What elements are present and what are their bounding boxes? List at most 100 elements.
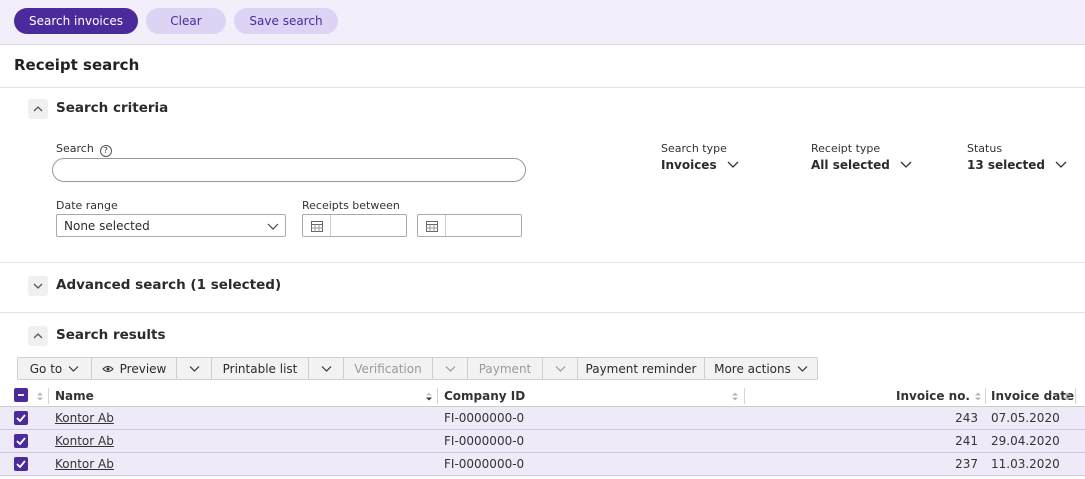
chevron-down-icon: [267, 223, 279, 230]
receipts-between-label: Receipts between: [302, 199, 400, 212]
search-results-heading: Search results: [56, 327, 166, 343]
chevron-down-icon: [321, 365, 331, 372]
row-checkbox[interactable]: [14, 434, 28, 448]
sort-icon[interactable]: [37, 392, 43, 401]
help-icon[interactable]: ?: [99, 144, 112, 157]
table-row[interactable]: Kontor Ab FI-0000000-0 237 11.03.2020: [0, 453, 1085, 476]
calendar-icon: [425, 220, 438, 232]
receipts-from-date[interactable]: [302, 214, 407, 237]
divider: [0, 312, 1085, 313]
search-label-text: Search: [56, 142, 94, 155]
receipts-to-input[interactable]: [447, 215, 519, 236]
receipts-from-input[interactable]: [332, 215, 404, 236]
row-name-link[interactable]: Kontor Ab: [55, 457, 114, 471]
preview-label: Preview: [119, 361, 167, 376]
printable-list-button[interactable]: Printable list: [212, 358, 309, 379]
divider: [0, 262, 1085, 263]
row-name-link[interactable]: Kontor Ab: [55, 434, 114, 448]
calendar-button[interactable]: [418, 215, 446, 236]
column-header-name[interactable]: Name: [55, 389, 94, 403]
search-type-value: Invoices: [661, 158, 717, 172]
row-company-id: FI-0000000-0: [444, 457, 525, 471]
status-dropdown[interactable]: 13 selected: [967, 158, 1067, 172]
row-invoice-date: 11.03.2020: [991, 457, 1060, 471]
chevron-down-icon: [33, 283, 43, 289]
column-header-invoice-no[interactable]: Invoice no.: [880, 389, 970, 403]
search-label: Search?: [56, 142, 112, 157]
divider: [0, 87, 1085, 88]
row-invoice-no: 241: [955, 434, 978, 448]
more-actions-button[interactable]: More actions: [705, 358, 817, 379]
table-row[interactable]: Kontor Ab FI-0000000-0 241 29.04.2020: [0, 430, 1085, 453]
sort-icon[interactable]: [1064, 392, 1070, 401]
printable-list-menu-button[interactable]: [309, 358, 344, 379]
row-invoice-date: 29.04.2020: [991, 434, 1060, 448]
table-row[interactable]: Kontor Ab FI-0000000-0 243 07.05.2020: [0, 407, 1085, 430]
date-range-label: Date range: [56, 199, 118, 212]
payment-button[interactable]: Payment: [468, 358, 543, 379]
column-header-company-id[interactable]: Company ID: [444, 389, 525, 403]
row-company-id: FI-0000000-0: [444, 411, 525, 425]
advanced-search-heading[interactable]: Advanced search (1 selected): [56, 277, 281, 293]
go-to-button[interactable]: Go to: [18, 358, 92, 379]
chevron-down-icon: [727, 161, 739, 168]
row-checkbox[interactable]: [14, 457, 28, 471]
row-name-link[interactable]: Kontor Ab: [55, 411, 114, 425]
status-value: 13 selected: [967, 158, 1045, 172]
payment-menu-button[interactable]: [543, 358, 578, 379]
column-header-invoice-date[interactable]: Invoice date: [991, 389, 1074, 403]
select-all-checkbox[interactable]: [14, 388, 28, 402]
row-invoice-no: 243: [955, 411, 978, 425]
receipt-type-dropdown[interactable]: All selected: [811, 158, 912, 172]
action-bar: Search invoices Clear Save search: [0, 0, 1085, 45]
search-criteria-heading: Search criteria: [56, 100, 169, 116]
column-separator: [437, 388, 438, 404]
search-input[interactable]: [52, 158, 526, 182]
more-actions-label: More actions: [714, 361, 791, 376]
chevron-up-icon: [33, 106, 43, 112]
chevron-down-icon: [445, 365, 455, 372]
eye-icon: [101, 365, 114, 372]
column-separator: [985, 388, 986, 404]
collapse-results-toggle[interactable]: [28, 326, 48, 346]
row-company-id: FI-0000000-0: [444, 434, 525, 448]
collapse-criteria-toggle[interactable]: [28, 99, 48, 119]
column-separator: [1075, 388, 1076, 404]
calendar-button[interactable]: [303, 215, 331, 236]
search-invoices-button[interactable]: Search invoices: [14, 8, 138, 34]
preview-menu-button[interactable]: [177, 358, 212, 379]
search-type-label: Search type: [661, 142, 727, 155]
sort-icon[interactable]: [426, 392, 432, 401]
calendar-icon: [310, 220, 323, 232]
row-checkbox[interactable]: [14, 411, 28, 425]
page-title: Receipt search: [14, 56, 140, 74]
expand-advanced-toggle[interactable]: [28, 276, 48, 296]
go-to-label: Go to: [29, 361, 63, 376]
sort-icon[interactable]: [732, 392, 738, 401]
verification-menu-button[interactable]: [433, 358, 468, 379]
date-range-select[interactable]: None selected: [56, 214, 286, 237]
clear-button[interactable]: Clear: [146, 8, 226, 34]
preview-button[interactable]: Preview: [92, 358, 177, 379]
row-invoice-date: 07.05.2020: [991, 411, 1060, 425]
chevron-down-icon: [189, 365, 199, 372]
chevron-down-icon: [900, 161, 912, 168]
save-search-button[interactable]: Save search: [234, 8, 338, 34]
receipts-to-date[interactable]: [417, 214, 522, 237]
sort-icon[interactable]: [975, 392, 981, 401]
search-type-dropdown[interactable]: Invoices: [661, 158, 739, 172]
checkbox-checked-icon: [16, 437, 26, 445]
checkbox-indeterminate-icon: [18, 394, 24, 396]
chevron-up-icon: [33, 333, 43, 339]
results-toolbar: Go to Preview Printable list Verificatio…: [17, 357, 818, 380]
payment-reminder-button[interactable]: Payment reminder: [578, 358, 705, 379]
status-label: Status: [967, 142, 1003, 155]
receipt-type-label: Receipt type: [811, 142, 881, 155]
checkbox-checked-icon: [16, 460, 26, 468]
receipt-type-value: All selected: [811, 158, 890, 172]
column-separator: [48, 388, 49, 404]
verification-button[interactable]: Verification: [344, 358, 433, 379]
chevron-down-icon: [555, 365, 565, 372]
checkbox-checked-icon: [16, 414, 26, 422]
results-table-header: Name Company ID Invoice no. Invoice date: [0, 385, 1085, 407]
